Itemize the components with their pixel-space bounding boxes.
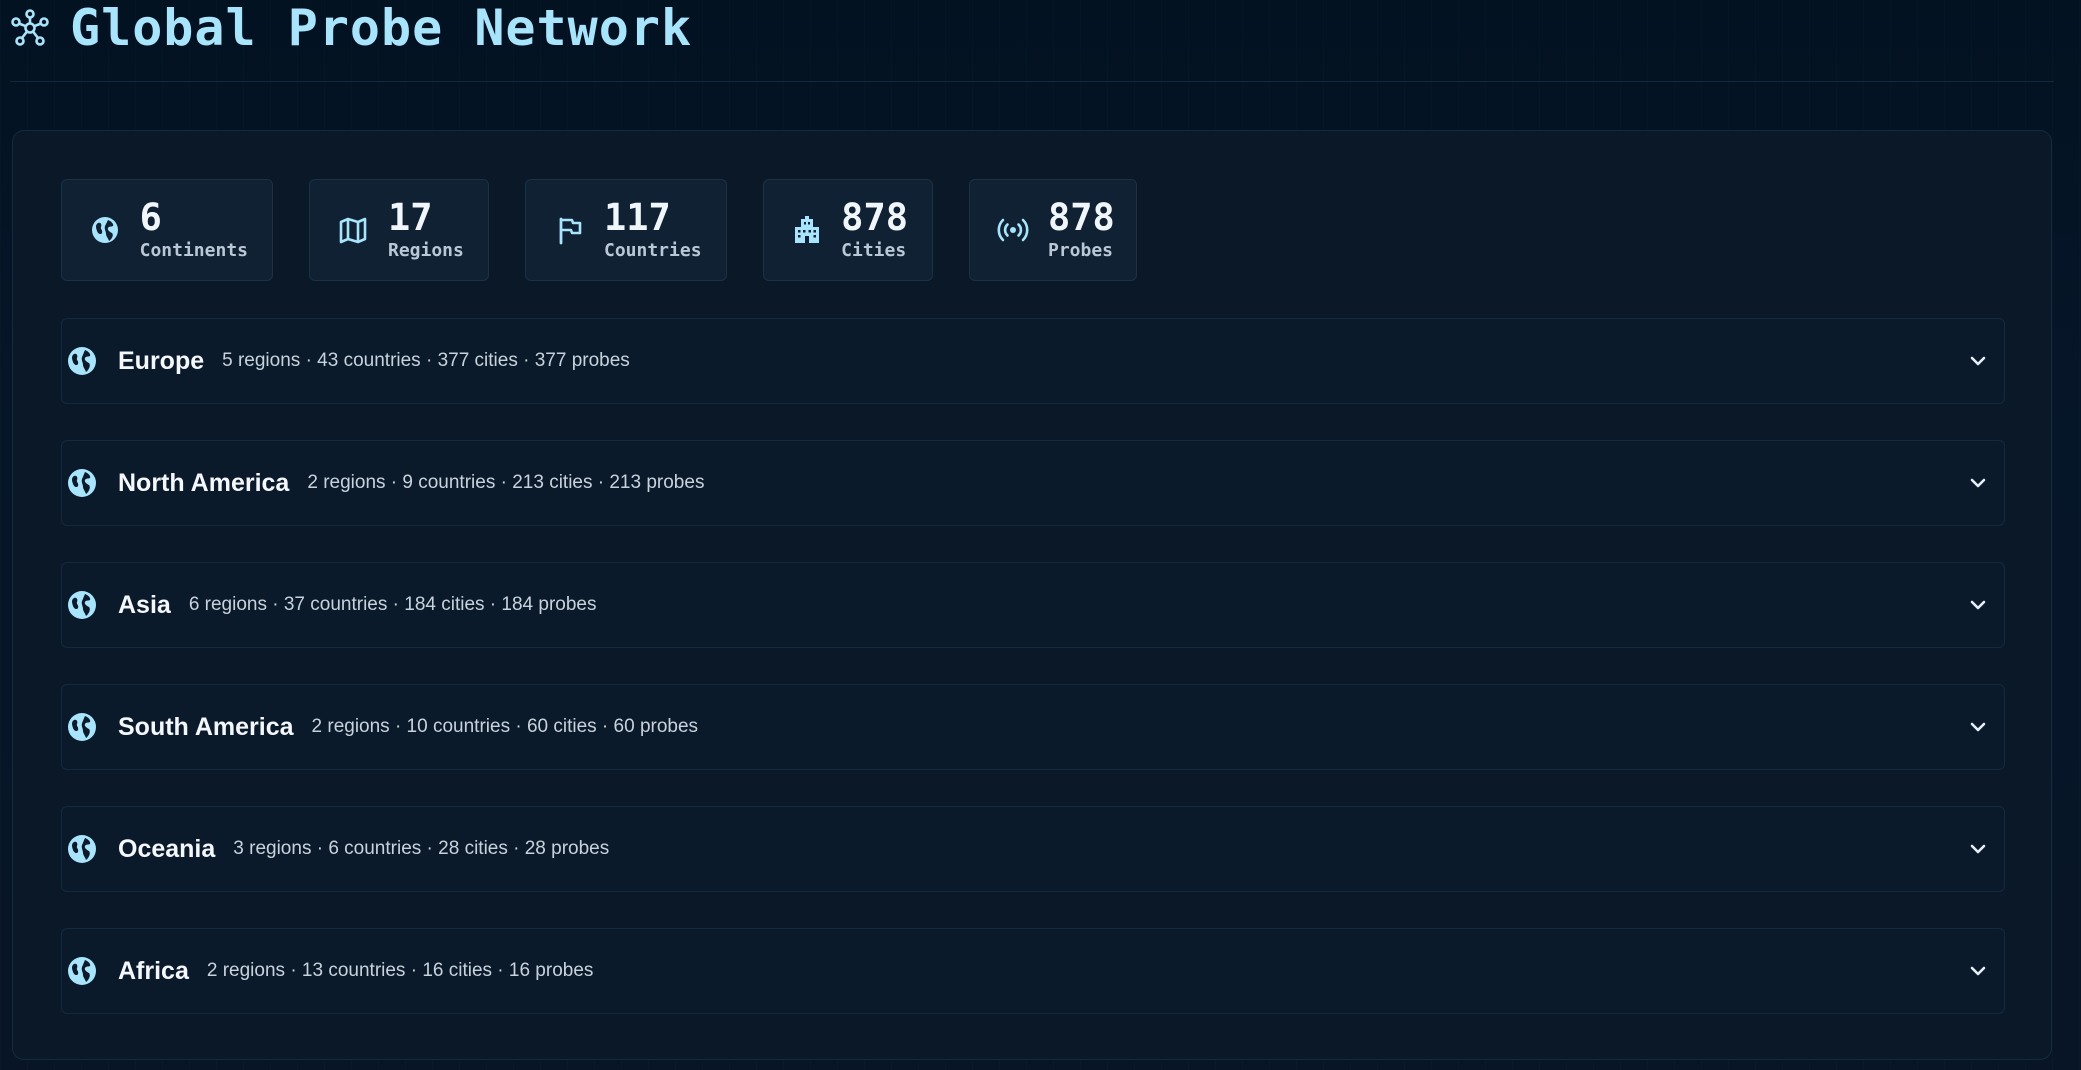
page-title: Global Probe Network: [70, 0, 693, 57]
continent-summary: 6 regions · 37 countries · 184 cities · …: [188, 594, 597, 615]
stat-card-regions: 17 Regions: [309, 179, 489, 281]
continent-name: Europe: [118, 346, 205, 375]
broadcast-icon: [996, 213, 1030, 247]
continent-name: Oceania: [118, 834, 216, 863]
chevron-down-icon[interactable]: [1966, 837, 1990, 861]
stat-card-countries: 117 Countries: [525, 179, 727, 281]
stats-bar: 6 Continents 17 Regions 117 Countries 87…: [61, 179, 1137, 281]
building-icon: [790, 213, 823, 247]
continent-summary: 2 regions · 9 countries · 213 cities · 2…: [307, 472, 705, 493]
continent-row-africa[interactable]: Africa 2 regions · 13 countries · 16 cit…: [61, 928, 2005, 1014]
continent-summary: 3 regions · 6 countries · 28 cities · 28…: [233, 838, 610, 859]
map-icon: [336, 213, 370, 247]
continent-row-south-america[interactable]: South America 2 regions · 10 countries ·…: [61, 684, 2005, 770]
chevron-down-icon[interactable]: [1966, 471, 1990, 495]
header-divider: [10, 81, 2054, 82]
continent-summary: 2 regions · 13 countries · 16 cities · 1…: [206, 960, 594, 981]
chevron-down-icon[interactable]: [1966, 715, 1990, 739]
continent-row-asia[interactable]: Asia 6 regions · 37 countries · 184 citi…: [61, 562, 2005, 648]
stat-card-probes: 878 Probes: [969, 179, 1137, 281]
stat-label: Continents: [139, 240, 248, 261]
globe-icon: [66, 345, 98, 377]
globe-icon: [66, 955, 98, 987]
chevron-down-icon[interactable]: [1966, 349, 1990, 373]
stat-card-continents: 6 Continents: [61, 179, 273, 281]
flag-icon: [552, 213, 586, 247]
continent-name: South America: [118, 712, 294, 741]
chevron-down-icon[interactable]: [1966, 593, 1990, 617]
globe-icon: [88, 213, 122, 247]
continent-name: Africa: [118, 956, 189, 985]
globe-icon: [66, 711, 98, 743]
stat-value: 17: [388, 196, 433, 239]
continent-row-north-america[interactable]: North America 2 regions · 9 countries · …: [61, 440, 2005, 526]
chevron-down-icon[interactable]: [1966, 959, 1990, 983]
globe-icon: [66, 833, 98, 865]
stat-label: Cities: [841, 240, 907, 261]
stat-label: Probes: [1048, 240, 1114, 261]
stat-value: 6: [139, 196, 162, 239]
page-header: Global Probe Network: [10, 0, 692, 56]
globe-icon: [66, 589, 98, 621]
network-panel: 6 Continents 17 Regions 117 Countries 87…: [12, 130, 2052, 1060]
continent-list: Europe 5 regions · 43 countries · 377 ci…: [61, 318, 2005, 1050]
continent-name: North America: [118, 468, 290, 497]
stat-value: 878: [1048, 196, 1115, 239]
continent-summary: 5 regions · 43 countries · 377 cities · …: [222, 350, 630, 371]
stat-label: Regions: [388, 240, 464, 261]
globe-icon: [66, 467, 98, 499]
network-hub-icon: [10, 8, 50, 48]
continent-summary: 2 regions · 10 countries · 60 cities · 6…: [311, 716, 699, 737]
stat-value: 878: [841, 196, 908, 239]
continent-row-oceania[interactable]: Oceania 3 regions · 6 countries · 28 cit…: [61, 806, 2005, 892]
stat-value: 117: [604, 196, 671, 239]
continent-name: Asia: [118, 590, 171, 619]
stat-card-cities: 878 Cities: [763, 179, 933, 281]
stat-label: Countries: [604, 240, 702, 261]
continent-row-europe[interactable]: Europe 5 regions · 43 countries · 377 ci…: [61, 318, 2005, 404]
